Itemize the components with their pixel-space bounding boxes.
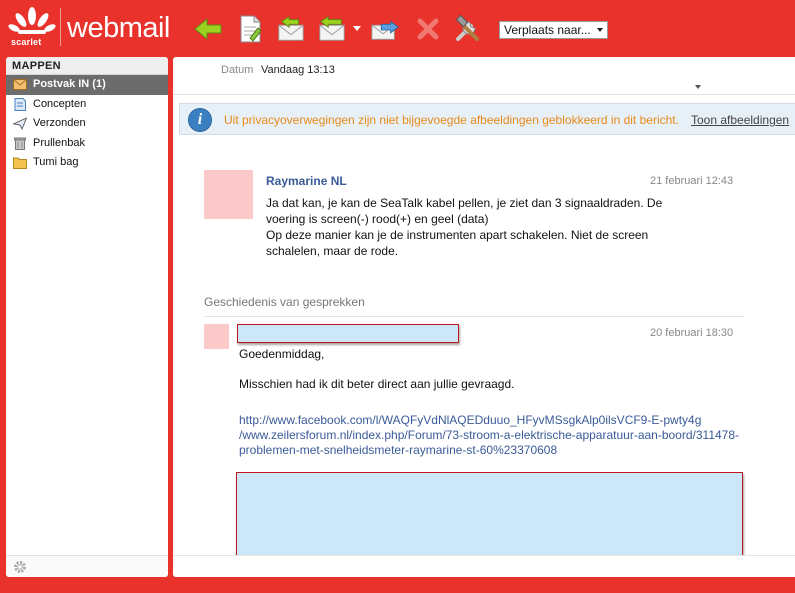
chevron-down-icon bbox=[597, 28, 603, 32]
folder-sidebar: MAPPEN Postvak IN (1) Concepten Verzonde… bbox=[6, 57, 168, 577]
history-message-date: 20 februari 18:30 bbox=[650, 327, 734, 339]
message-pane: Datum Vandaag 13:13 i Uit privacyoverweg… bbox=[173, 57, 795, 577]
message-meta-bar: Datum Vandaag 13:13 bbox=[173, 57, 795, 95]
sidebar-item-label: Concepten bbox=[33, 97, 87, 110]
message-body: Ja dat kan, je kan de SeaTalk kabel pell… bbox=[266, 195, 726, 259]
sidebar-item-label: Verzonden bbox=[33, 117, 86, 129]
message-body-line: schalelen, maar de rode. bbox=[266, 244, 399, 258]
privacy-notice-text: Uit privacyoverwegingen zijn niet bijgev… bbox=[224, 113, 679, 127]
conversation-history-label: Geschiedenis van gesprekken bbox=[204, 295, 365, 309]
tools-icon[interactable] bbox=[453, 14, 483, 44]
info-icon: i bbox=[188, 108, 212, 132]
forward-icon[interactable] bbox=[370, 14, 400, 44]
history-message-body: Goedenmiddag, Misschien had ik dit beter… bbox=[239, 347, 749, 458]
trash-icon bbox=[13, 137, 27, 150]
sidebar-item-label: Postvak IN (1) bbox=[33, 78, 106, 90]
redacted-sender-box bbox=[237, 324, 459, 343]
logo-text: scarlet bbox=[11, 37, 42, 47]
move-to-select[interactable]: Verplaats naar... bbox=[499, 21, 608, 39]
show-images-link[interactable]: Toon afbeeldingen bbox=[691, 113, 789, 127]
history-link-line[interactable]: http://www.facebook.com/l/WAQFyVdNlAQEDd… bbox=[239, 413, 749, 428]
message-body-line: Ja dat kan, je kan de SeaTalk kabel pell… bbox=[266, 196, 663, 210]
brand-title: webmail bbox=[67, 12, 170, 44]
sidebar-item-drafts[interactable]: Concepten bbox=[6, 95, 168, 115]
folders-header: MAPPEN bbox=[6, 57, 168, 75]
sidebar-item-trash[interactable]: Prullenbak bbox=[6, 134, 168, 154]
sent-icon bbox=[11, 117, 28, 131]
sidebar-item-tumi-bag[interactable]: Tumi bag bbox=[6, 153, 168, 173]
sidebar-footer bbox=[6, 555, 168, 577]
delete-icon[interactable] bbox=[413, 14, 443, 44]
logo-divider bbox=[60, 8, 61, 46]
reply-all-icon[interactable] bbox=[317, 14, 347, 44]
gear-icon[interactable] bbox=[13, 560, 27, 577]
app-header: scarlet webmail Verplaats naar... bbox=[0, 0, 795, 54]
history-sender-avatar bbox=[204, 324, 229, 349]
sidebar-item-label: Tumi bag bbox=[33, 156, 79, 168]
move-to-select-value: Verplaats naar... bbox=[504, 23, 591, 37]
reply-all-dropdown-icon[interactable] bbox=[352, 14, 362, 44]
sender-name[interactable]: Raymarine NL bbox=[266, 174, 347, 188]
new-message-icon[interactable] bbox=[235, 14, 265, 44]
message-pane-footer bbox=[173, 555, 795, 577]
drafts-icon bbox=[13, 97, 27, 111]
message-date: 21 februari 12:43 bbox=[650, 175, 734, 187]
privacy-notice-bar: i Uit privacyoverwegingen zijn niet bijg… bbox=[179, 103, 795, 135]
expand-headers-chevron-icon[interactable] bbox=[695, 85, 701, 89]
redacted-content-box bbox=[236, 472, 743, 562]
date-value: Vandaag 13:13 bbox=[261, 64, 335, 76]
inbox-icon bbox=[13, 78, 27, 91]
history-greeting: Goedenmiddag, bbox=[239, 347, 325, 361]
message-body-line: voering is screen(-) rood(+) en geel (da… bbox=[266, 212, 489, 226]
reply-icon[interactable] bbox=[276, 14, 306, 44]
history-link-line[interactable]: /www.zeilersforum.nl/index.php/Forum/73-… bbox=[239, 428, 749, 443]
message-body-line: Op deze manier kan je de instrumenten ap… bbox=[266, 228, 649, 242]
date-label: Datum bbox=[221, 64, 254, 76]
folder-icon bbox=[13, 156, 27, 169]
history-link-line[interactable]: problemen-met-snelheidsmeter-raymarine-s… bbox=[239, 443, 749, 458]
sender-avatar bbox=[204, 170, 253, 219]
sidebar-item-inbox[interactable]: Postvak IN (1) bbox=[6, 75, 168, 95]
sidebar-item-label: Prullenbak bbox=[33, 136, 85, 149]
history-divider bbox=[204, 316, 744, 317]
back-arrow-icon[interactable] bbox=[193, 14, 223, 44]
history-text: Misschien had ik dit beter direct aan ju… bbox=[239, 377, 515, 391]
sidebar-item-sent[interactable]: Verzonden bbox=[6, 114, 168, 134]
